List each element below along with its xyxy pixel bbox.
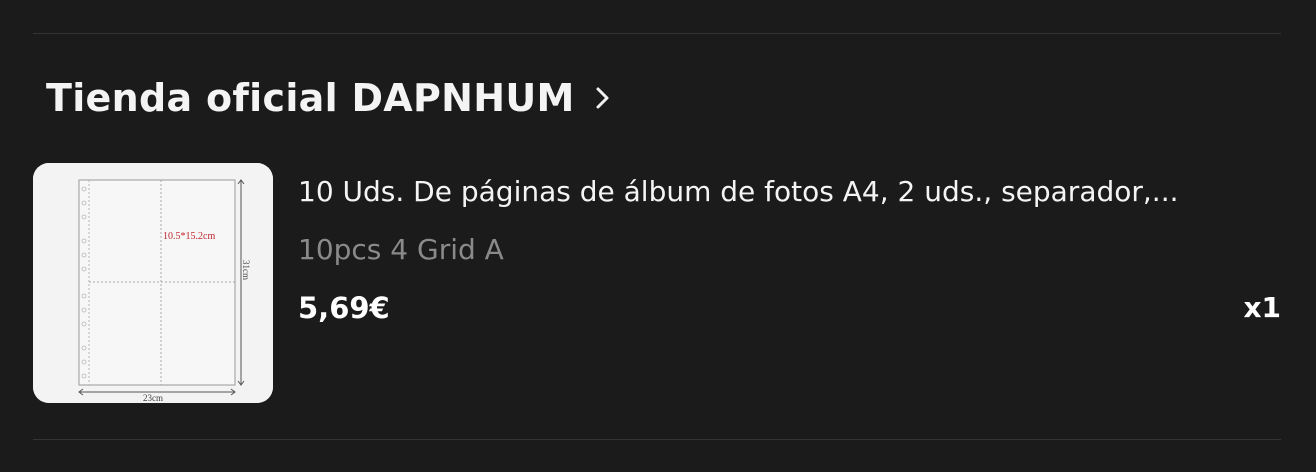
bottom-divider [33,439,1281,440]
price-row: 5,69€ x1 [298,284,1281,332]
width-dimension-label: 23cm [143,393,163,403]
top-divider [33,33,1281,34]
product-image[interactable]: 10.5*15.2cm 31cm 23cm [33,163,273,403]
product-variant: 10pcs 4 Grid A [298,233,504,266]
product-title[interactable]: 10 Uds. De páginas de álbum de fotos A4,… [298,168,1281,216]
item-details: 10 Uds. De páginas de álbum de fotos A4,… [298,168,1281,332]
chevron-right-icon [595,83,615,113]
store-name: Tienda oficial DAPNHUM [46,76,575,120]
product-price: 5,69€ [298,291,390,325]
height-dimension-label: 31cm [241,260,251,280]
product-quantity: x1 [1243,291,1281,324]
slot-size-label: 10.5*15.2cm [163,231,215,242]
photo-album-page-illustration: 10.5*15.2cm 31cm 23cm [33,163,273,403]
store-link[interactable]: Tienda oficial DAPNHUM [46,70,615,126]
